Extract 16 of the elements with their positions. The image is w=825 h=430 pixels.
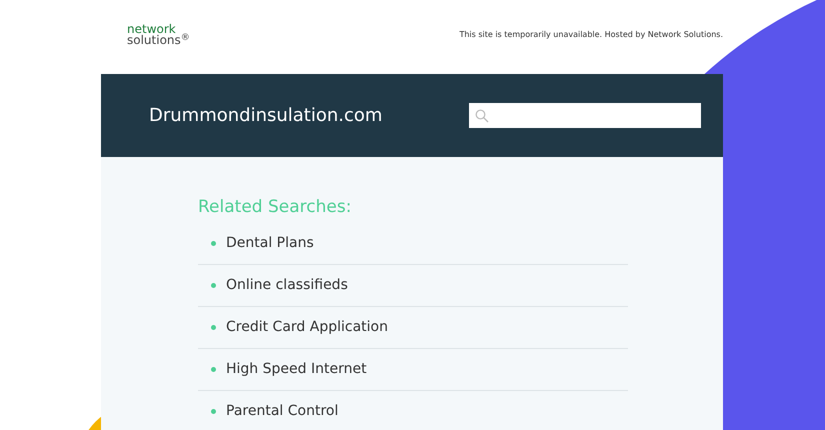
bullet-icon [211,282,216,288]
bullet-icon [211,366,216,372]
notice-text: This site is temporarily unavailable. Hosted by Network Solutions. [459,29,723,41]
bullet-icon [211,324,216,330]
logo[interactable]: network solutions$^{®}$ [127,24,190,46]
search-field[interactable] [469,103,701,128]
search-icon [475,108,489,122]
site-title: Drummondinsulation.com [149,104,382,128]
bullet-icon [211,240,216,246]
search-link[interactable]: Credit Card Application [226,316,388,338]
search-link[interactable]: High Speed Internet [226,358,367,380]
bullet-icon [211,408,216,414]
search-link[interactable]: Dental Plans [226,232,314,254]
search-link[interactable]: Parental Control [226,400,338,422]
search-link[interactable]: Online classifieds [226,274,348,296]
related-heading: Related Searches: [198,196,352,219]
